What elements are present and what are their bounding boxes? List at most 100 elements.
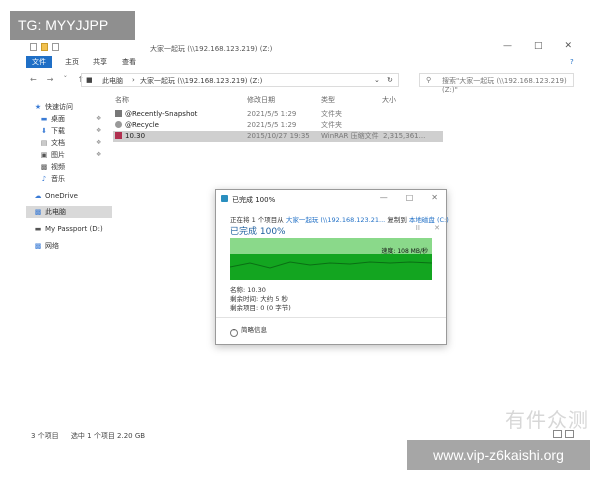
- search-icon: ⚲: [426, 76, 432, 84]
- search-placeholder: 搜索"大家一起玩 (\\192.168.123.219) (Z:)": [442, 77, 567, 94]
- sidebar-item-quick-access[interactable]: ★ 快速访问: [34, 101, 73, 113]
- copy-icon: [221, 195, 228, 202]
- less-details-button[interactable]: ˄ 简略信息: [230, 324, 267, 337]
- properties-icon[interactable]: [30, 43, 37, 51]
- dialog-maximize-button[interactable]: □: [406, 193, 414, 202]
- tab-share[interactable]: 共享: [87, 56, 113, 68]
- customize-qat-icon[interactable]: [52, 43, 59, 51]
- dialog-title: 已完成 100%: [232, 196, 276, 204]
- details-view-icon[interactable]: [553, 430, 562, 438]
- pin-icon: ❖: [96, 115, 102, 122]
- sidebar-item-desktop[interactable]: ▬ 桌面 ❖: [40, 113, 102, 125]
- sidebar-item-videos[interactable]: ▩ 视频: [40, 161, 65, 173]
- cloud-icon: ☁: [34, 192, 42, 200]
- refresh-icon[interactable]: ↻: [387, 76, 393, 84]
- back-icon[interactable]: ←: [30, 75, 37, 84]
- column-header-name[interactable]: 名称: [115, 95, 129, 105]
- progress-percent-label: 已完成 100%: [230, 227, 286, 237]
- remaining-time-detail: 剩余时间: 大约 5 秒: [230, 295, 289, 303]
- window-title: 大家一起玩 (\\192.168.123.219) (Z:): [150, 45, 273, 53]
- address-row: ← → ˇ ↑ ■ 此电脑 › 大家一起玩 (\\192.168.123.219…: [26, 70, 578, 94]
- snapshot-folder-icon: [115, 110, 122, 117]
- computer-icon: ▩: [34, 208, 42, 216]
- file-row[interactable]: @Recently-Snapshot 2021/5/5 1:29 文件夹: [113, 109, 443, 120]
- address-bar[interactable]: ■ 此电脑 › 大家一起玩 (\\192.168.123.219) (Z:) ⌄…: [81, 73, 399, 87]
- copy-details: 名称: 10.30 剩余时间: 大约 5 秒 剩余项目: 0 (0 字节): [230, 286, 291, 313]
- document-icon: ▤: [40, 139, 48, 147]
- pin-icon: ❖: [96, 139, 102, 146]
- remaining-items-detail: 剩余项目: 0 (0 字节): [230, 304, 291, 312]
- network-icon: ▩: [34, 242, 42, 250]
- forward-icon[interactable]: →: [47, 75, 54, 84]
- help-button[interactable]: ?: [564, 56, 580, 68]
- speed-label: 速度: 108 MB/秒: [381, 248, 428, 255]
- status-bar: 3 个项目 选中 1 个项目 2.20 GB: [31, 431, 145, 441]
- pc-icon: ■: [86, 76, 93, 84]
- close-button[interactable]: ✕: [564, 41, 572, 51]
- ribbon-tabs: 文件 主页 共享 查看 ?: [26, 56, 578, 68]
- column-header-type[interactable]: 类型: [321, 95, 335, 105]
- destination-link[interactable]: 本地磁盘 (C:): [409, 216, 449, 224]
- breadcrumb-drive[interactable]: 大家一起玩 (\\192.168.123.219) (Z:): [140, 76, 262, 86]
- desktop-icon: ▬: [40, 115, 48, 123]
- progress-controls: II ✕: [416, 224, 440, 232]
- column-headers: 名称 修改日期 类型 大小: [115, 95, 565, 107]
- sidebar-item-this-pc[interactable]: ▩ 此电脑: [26, 206, 112, 218]
- window-titlebar: 大家一起玩 (\\192.168.123.219) (Z:) — □ ✕: [26, 40, 578, 56]
- speed-curve: [230, 261, 432, 269]
- sidebar-item-onedrive[interactable]: ☁ OneDrive: [34, 190, 78, 202]
- pause-icon[interactable]: II: [416, 224, 420, 232]
- recent-dropdown-icon[interactable]: ˇ: [63, 75, 67, 84]
- file-date: 2021/5/5 1:29: [247, 110, 297, 118]
- sidebar-item-network[interactable]: ▩ 网络: [34, 240, 59, 252]
- breadcrumb-this-pc[interactable]: 此电脑: [102, 76, 123, 86]
- sidebar-item-documents[interactable]: ▤ 文档 ❖: [40, 137, 102, 149]
- star-icon: ★: [34, 103, 42, 111]
- file-row-selected[interactable]: 10.30 2015/10/27 19:35 WinRAR 压缩文件 2,315…: [113, 131, 443, 142]
- file-size: 2,315,361...: [383, 132, 426, 140]
- file-date: 2021/5/5 1:29: [247, 121, 297, 129]
- dialog-close-button[interactable]: ✕: [431, 193, 438, 202]
- dialog-divider: [216, 317, 446, 318]
- cancel-icon[interactable]: ✕: [434, 224, 440, 232]
- speed-line: [230, 261, 432, 269]
- pin-icon: ❖: [96, 127, 102, 134]
- sidebar-item-downloads[interactable]: ⬇ 下载 ❖: [40, 125, 101, 137]
- quick-access-toolbar: [30, 43, 59, 51]
- view-switcher: [553, 430, 578, 439]
- new-folder-icon[interactable]: [41, 43, 48, 51]
- column-header-date[interactable]: 修改日期: [247, 95, 275, 105]
- music-icon: ♪: [41, 175, 47, 183]
- copy-progress-dialog: 已完成 100% — □ ✕ 正在将 1 个项目从 大家一起玩 (\\192.1…: [215, 189, 449, 345]
- tab-file[interactable]: 文件: [26, 56, 52, 68]
- drive-icon: ▬: [34, 225, 42, 233]
- file-name: 10.30: [115, 131, 145, 142]
- file-name: @Recently-Snapshot: [115, 109, 197, 120]
- picture-icon: ▣: [40, 151, 48, 159]
- sidebar-item-music[interactable]: ♪ 音乐: [40, 173, 65, 185]
- pin-icon: ❖: [96, 151, 102, 158]
- sidebar-item-my-passport[interactable]: ▬ My Passport (D:): [34, 223, 103, 235]
- sidebar-item-pictures[interactable]: ▣ 图片 ❖: [40, 149, 102, 161]
- file-name: @Recycle: [115, 120, 159, 131]
- tab-home[interactable]: 主页: [59, 56, 85, 68]
- file-type: WinRAR 压缩文件: [321, 132, 379, 140]
- dialog-minimize-button[interactable]: —: [380, 193, 388, 202]
- file-name-detail: 名称: 10.30: [230, 286, 266, 294]
- file-row[interactable]: @Recycle 2021/5/5 1:29 文件夹: [113, 120, 443, 131]
- file-date: 2015/10/27 19:35: [247, 132, 310, 140]
- maximize-button[interactable]: □: [534, 41, 543, 51]
- file-type: 文件夹: [321, 121, 342, 129]
- large-icons-view-icon[interactable]: [565, 430, 574, 438]
- recycle-folder-icon: [115, 121, 122, 128]
- minimize-button[interactable]: —: [503, 41, 512, 51]
- source-link[interactable]: 大家一起玩 (\\192.168.123.21...: [286, 216, 385, 224]
- address-dropdown-icon[interactable]: ⌄: [374, 76, 380, 84]
- winrar-archive-icon: [115, 132, 122, 139]
- copy-description: 正在将 1 个项目从 大家一起玩 (\\192.168.123.21... 复制…: [230, 216, 449, 224]
- download-icon: ⬇: [41, 127, 47, 135]
- column-header-size[interactable]: 大小: [382, 95, 396, 105]
- tab-view[interactable]: 查看: [116, 56, 142, 68]
- collapse-icon: ˄: [230, 329, 238, 337]
- search-box[interactable]: ⚲ 搜索"大家一起玩 (\\192.168.123.219) (Z:)": [419, 73, 574, 94]
